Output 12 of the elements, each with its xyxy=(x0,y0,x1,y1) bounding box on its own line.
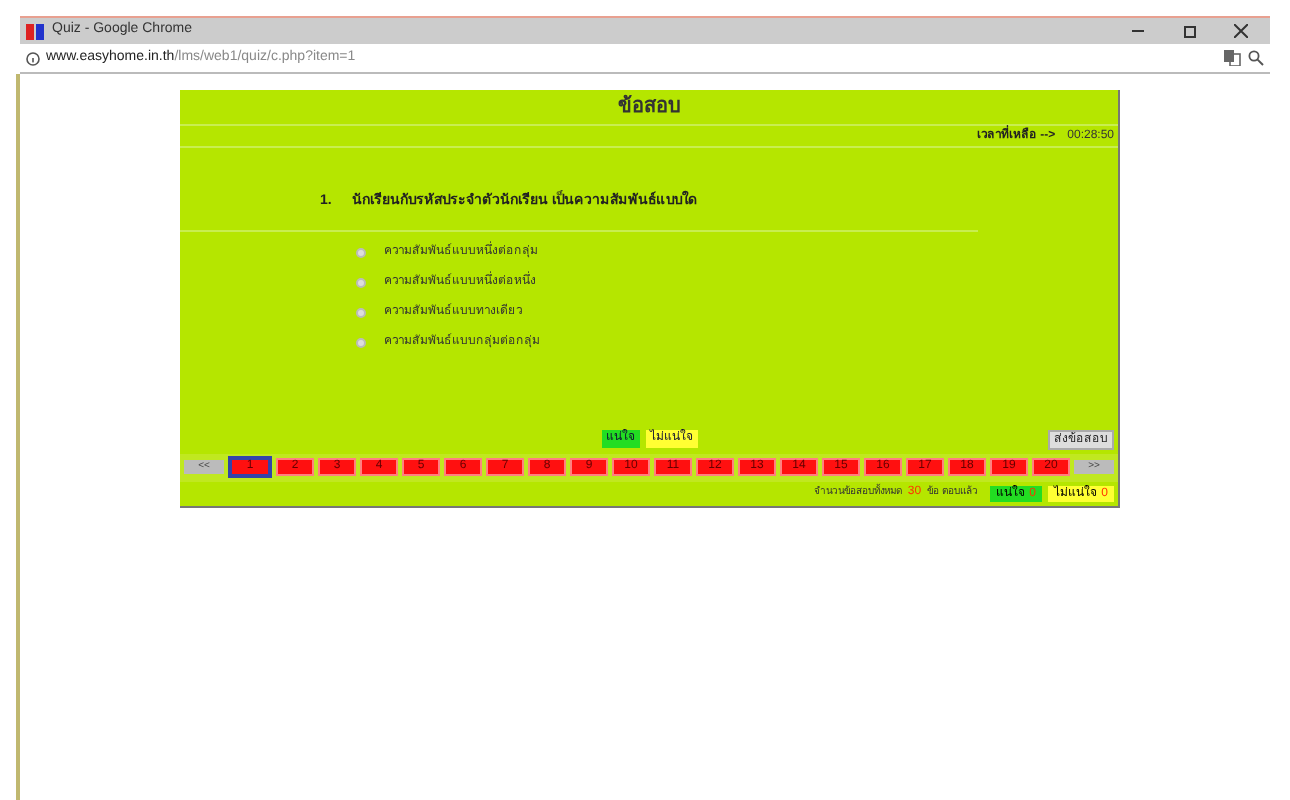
search-icon[interactable] xyxy=(1248,50,1264,66)
radio-button[interactable] xyxy=(356,308,366,318)
radio-button[interactable] xyxy=(356,338,366,348)
radio-button[interactable] xyxy=(356,248,366,258)
info-icon xyxy=(26,51,40,65)
quiz-title: ข้อสอบ xyxy=(180,90,1118,126)
maximize-icon[interactable] xyxy=(1184,25,1196,37)
close-icon[interactable] xyxy=(1234,24,1248,38)
minimize-icon[interactable] xyxy=(1132,30,1144,32)
logo-icon xyxy=(26,23,46,39)
translate-icon[interactable] xyxy=(1224,50,1242,66)
radio-button[interactable] xyxy=(356,278,366,288)
